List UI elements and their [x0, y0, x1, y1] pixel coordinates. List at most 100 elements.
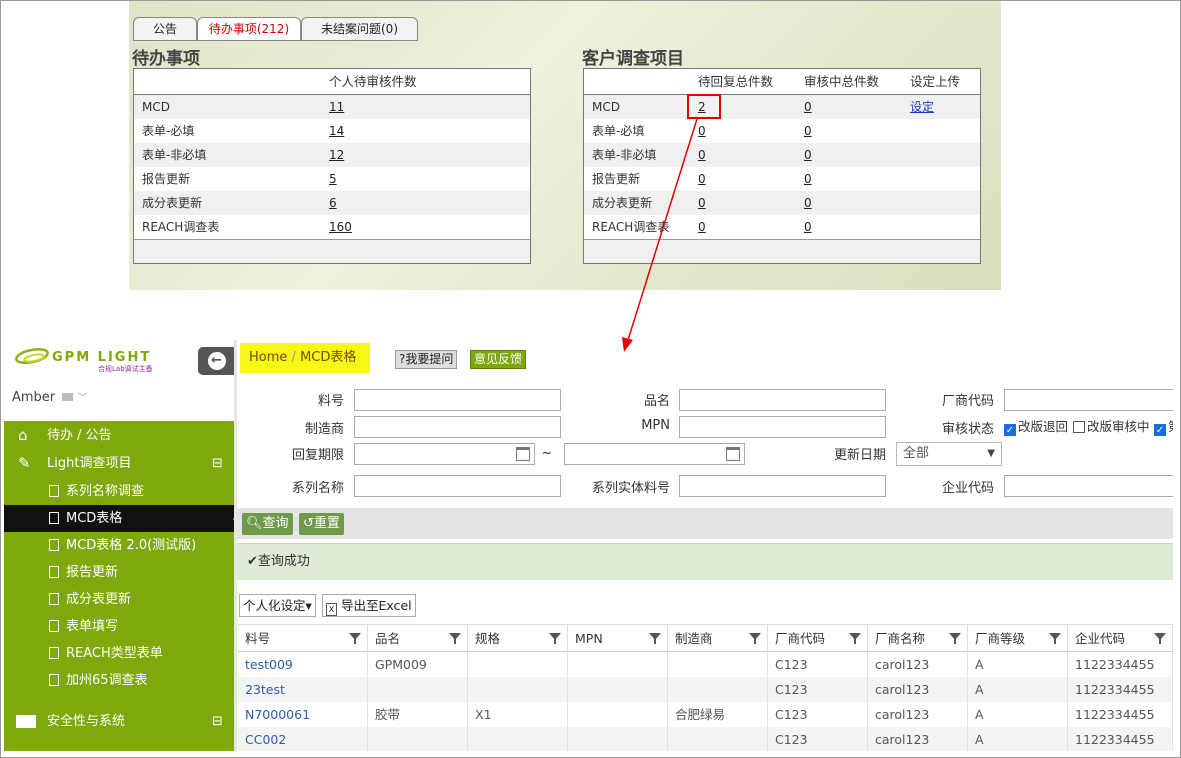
calendar-icon[interactable]	[516, 447, 530, 461]
sidebar-item-label: MCD表格 2.0(测试版)	[66, 538, 197, 553]
tab-todo[interactable]: 待办事项(212)	[197, 17, 301, 41]
status-checkbox-reviewing[interactable]: 改版审核中	[1073, 416, 1150, 435]
row-label: 报告更新	[142, 172, 191, 186]
column-header[interactable]: 厂商名称	[868, 625, 968, 652]
ask-question-button[interactable]: ?我要提问	[395, 350, 458, 369]
personalize-button[interactable]: 个人化设定▾	[239, 594, 316, 617]
reset-button[interactable]: ↺重置	[299, 513, 344, 535]
sidebar-item-security[interactable]: 安全性与系统 ⊟	[4, 708, 234, 735]
status-checkbox-returned[interactable]: ✓ 改版退回	[1004, 416, 1068, 436]
filter-icon[interactable]	[649, 633, 661, 644]
deadline-start-input[interactable]	[354, 443, 535, 465]
company-code-input[interactable]	[1004, 475, 1173, 497]
tab-announcement[interactable]: 公告	[133, 17, 197, 41]
review-count-link[interactable]: 0	[804, 215, 812, 239]
part-no-link[interactable]: CC002	[238, 727, 368, 751]
sidebar-item-label: Light调查项目	[47, 456, 132, 471]
part-no-input[interactable]	[354, 389, 561, 411]
sidebar-item-todo[interactable]: ⌂ 待办 / 公告	[4, 422, 234, 449]
collapse-icon[interactable]: ⊟	[212, 450, 223, 477]
column-header[interactable]: 企业代码	[1068, 625, 1173, 652]
pending-count-link[interactable]: 0	[698, 119, 706, 143]
table-row[interactable]: N7000061 胶带 X1 合肥绿易 C123 carol123 A 1122334455	[238, 702, 1173, 727]
count-link[interactable]: 5	[329, 167, 337, 191]
sidebar-subitem[interactable]: 系列名称调查	[4, 478, 234, 505]
collapse-icon[interactable]: ⊟	[212, 708, 223, 735]
filter-icon[interactable]	[1154, 633, 1166, 644]
table-row: 成分表更新 6	[134, 191, 530, 215]
table-cell: A	[968, 702, 1068, 727]
review-count-link[interactable]: 0	[804, 167, 812, 191]
sidebar-subitem[interactable]: 成分表更新	[4, 586, 234, 613]
part-no-link[interactable]: test009	[238, 652, 368, 677]
column-header[interactable]: 规格	[468, 625, 568, 652]
review-count-link[interactable]: 0	[804, 191, 812, 215]
filter-icon[interactable]	[549, 633, 561, 644]
query-button[interactable]: 🔍︎查询	[242, 513, 293, 535]
sidebar-subitem[interactable]: MCD表格	[4, 505, 241, 532]
sidebar-subitem[interactable]: 加州65调查表	[4, 667, 234, 694]
review-count-link[interactable]: 0	[804, 143, 812, 167]
calendar-icon[interactable]	[726, 447, 740, 461]
product-name-input[interactable]	[679, 389, 886, 411]
column-header[interactable]: 料号	[238, 625, 368, 652]
review-count-link[interactable]: 0	[804, 95, 812, 119]
row-label: MCD	[592, 100, 620, 114]
filter-icon[interactable]	[449, 633, 461, 644]
column-header[interactable]: 厂商代码	[768, 625, 868, 652]
column-header[interactable]: MPN	[568, 625, 668, 652]
sidebar-item-label: 待办 / 公告	[47, 428, 112, 443]
pending-count-link[interactable]: 0	[698, 167, 706, 191]
feedback-button[interactable]: 意见反馈	[470, 350, 527, 369]
pending-count-link[interactable]: 0	[698, 215, 706, 239]
sidebar-subitem[interactable]: 表单填写	[4, 613, 234, 640]
table-row[interactable]: 23test C123 carol123 A 1122334455	[238, 677, 1173, 702]
update-date-select[interactable]: 全部 ▼	[896, 442, 1002, 466]
column-header[interactable]: 制造商	[668, 625, 768, 652]
column-header[interactable]: 品名	[368, 625, 468, 652]
filter-icon[interactable]	[949, 633, 961, 644]
sidebar-subitem[interactable]: 报告更新	[4, 559, 234, 586]
mpn-input[interactable]	[679, 416, 886, 438]
part-no-link[interactable]: 23test	[238, 677, 368, 702]
table-cell: X1	[468, 702, 568, 727]
tab-open-issues[interactable]: 未结案问题(0)	[301, 17, 418, 41]
pending-count-link[interactable]: 0	[698, 143, 706, 167]
pending-count-link[interactable]: 0	[698, 191, 706, 215]
setting-link[interactable]: 设定	[910, 95, 934, 119]
document-icon	[49, 674, 59, 686]
chevron-down-icon: ﹀	[77, 393, 88, 404]
filter-icon[interactable]	[749, 633, 761, 644]
sidebar-subitem[interactable]: REACH类型表单	[4, 640, 234, 667]
series-name-input[interactable]	[354, 475, 561, 497]
table-row: 表单-必填 14	[134, 119, 530, 143]
manufacturer-input[interactable]	[354, 416, 561, 438]
breadcrumb-home[interactable]: Home	[249, 350, 287, 365]
table-cell	[568, 727, 668, 751]
count-link[interactable]: 14	[329, 119, 344, 143]
table-row: 成分表更新 0 0	[584, 191, 980, 215]
series-entity-part-input[interactable]	[679, 475, 886, 497]
sidebar-subitem[interactable]: MCD表格 2.0(测试版)	[4, 532, 234, 559]
table-row[interactable]: test009 GPM009 C123 carol123 A 1122334455	[238, 652, 1173, 677]
deadline-end-input[interactable]	[564, 443, 745, 465]
part-no-link[interactable]: N7000061	[238, 702, 368, 727]
vendor-code-input[interactable]	[1004, 389, 1173, 411]
filter-icon[interactable]	[1049, 633, 1061, 644]
column-header[interactable]: 厂商等级	[968, 625, 1068, 652]
sidebar-item-light-survey[interactable]: ✎ Light调查项目 ⊟	[4, 450, 234, 477]
survey-table: 待回复总件数 审核中总件数 设定上传 MCD 2 0 设定 表单-必填 0 0 表单-非必填 0…	[583, 68, 981, 264]
filter-icon[interactable]	[849, 633, 861, 644]
table-row[interactable]: CC002 C123 carol123 A 1122334455	[238, 727, 1173, 751]
export-excel-button[interactable]: X 导出至Excel	[322, 594, 416, 617]
user-menu[interactable]: Amber ﹀	[12, 389, 87, 405]
review-count-link[interactable]: 0	[804, 119, 812, 143]
count-link[interactable]: 160	[329, 215, 352, 239]
count-link[interactable]: 6	[329, 191, 337, 215]
collapse-sidebar-button[interactable]: ←	[198, 347, 235, 375]
count-link[interactable]: 11	[329, 95, 344, 119]
status-checkbox-third[interactable]: ✓第	[1154, 416, 1173, 436]
survey-table-header: 待回复总件数 审核中总件数 设定上传	[584, 69, 980, 95]
count-link[interactable]: 12	[329, 143, 344, 167]
filter-icon[interactable]	[349, 633, 361, 644]
